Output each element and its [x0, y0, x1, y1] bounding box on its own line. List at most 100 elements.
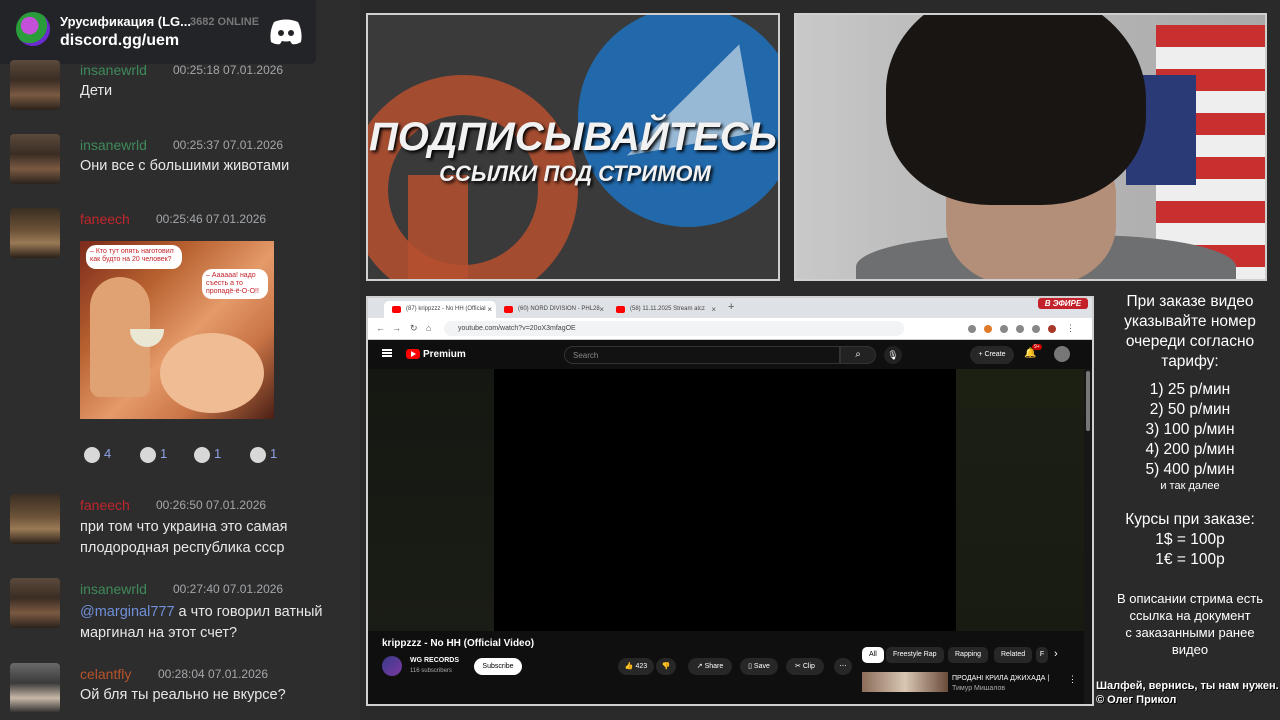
server-icon [16, 12, 50, 46]
reaction[interactable]: 1 [194, 446, 221, 470]
save-button[interactable]: ▯ Save [740, 658, 778, 675]
filter-chip[interactable]: Rapping [948, 647, 989, 663]
channel-avatar[interactable] [382, 656, 402, 676]
price-tier: 3) 100 р/мин [1145, 421, 1235, 438]
youtube-logo-icon[interactable] [406, 349, 420, 359]
avatar[interactable] [10, 663, 60, 713]
credit-line: Шалфей, вернись, ты нам нужен. [1096, 680, 1279, 692]
filter-chip[interactable]: Related [994, 647, 1033, 663]
close-icon[interactable]: × [711, 305, 716, 314]
more-icon[interactable]: ⋮ [1068, 674, 1077, 685]
chevron-right-icon[interactable]: › [1054, 648, 1058, 660]
home-icon[interactable]: ⌂ [426, 323, 431, 333]
back-icon[interactable]: ← [376, 323, 385, 333]
filter-chip[interactable]: All [862, 647, 884, 663]
invite-link[interactable]: discord.gg/uem [60, 32, 179, 50]
timestamp: 00:27:40 07.01.2026 [173, 582, 284, 596]
timestamp: 00:28:04 07.01.2026 [158, 667, 269, 681]
username[interactable]: faneech [80, 497, 130, 513]
youtube-brand[interactable]: Premium [423, 349, 466, 360]
live-badge: В ЭФИРЕ [1038, 298, 1088, 309]
new-tab-icon[interactable]: + [728, 301, 734, 313]
search-input[interactable]: Search [564, 346, 840, 364]
extension-icon[interactable] [1000, 325, 1008, 333]
dislike-button[interactable]: 👎 [656, 658, 676, 675]
face-emoji-icon [250, 446, 266, 463]
recommended-video[interactable]: ПРОДАНІ КРИЛА ДЖИХАДА | Тимур Мишалов ⋮ [862, 672, 1080, 692]
tab-strip: (87) krippzzz - No HH (Official × (60) NO… [368, 298, 1092, 318]
youtube-header: Premium Search ⌕ 🎙 + Create 🔔 9+ [368, 341, 1092, 369]
meme-image[interactable]: – Кто тут опять наготовил как будто на 2… [80, 241, 274, 419]
avatar[interactable] [10, 494, 60, 544]
tab-label: (58) 11.11.2025 Stream alcz [630, 306, 705, 312]
discord-logo-icon [270, 19, 302, 45]
menu-icon[interactable]: ⋮ [1066, 323, 1075, 334]
like-button[interactable]: 👍 423 [618, 658, 654, 675]
extension-icon[interactable] [968, 325, 976, 333]
share-icon: ↗ [696, 663, 703, 670]
scrollbar[interactable] [1084, 369, 1092, 704]
description-note: ссылка на документ [1129, 608, 1251, 623]
video-thumbnail[interactable] [862, 672, 948, 692]
courses-title: Курсы при заказе: [1125, 511, 1255, 528]
video-player[interactable] [368, 369, 1084, 631]
message-text: @marginal777 а что говорил ватный маргин… [80, 602, 350, 644]
exchange-rate: 1€ = 100р [1155, 551, 1225, 568]
more-button[interactable]: ⋯ [834, 658, 852, 675]
reload-icon[interactable]: ↻ [410, 323, 418, 334]
close-icon[interactable]: × [599, 305, 604, 314]
subscribe-button[interactable]: Subscribe [474, 658, 522, 675]
user-mention[interactable]: @marginal777 [80, 604, 175, 620]
online-count: 3682 ONLINE [190, 16, 260, 28]
avatar[interactable] [10, 134, 60, 184]
avatar[interactable] [10, 60, 60, 110]
username[interactable]: insanewrld [80, 62, 147, 78]
share-button[interactable]: ↗ Share [688, 658, 732, 675]
create-button[interactable]: + Create [970, 346, 1014, 364]
server-header[interactable]: Урусификация (LG... 3682 ONLINE discord.… [0, 0, 316, 64]
filter-chip[interactable]: Freestyle Rap [886, 647, 944, 663]
webcam-feed [794, 13, 1267, 281]
close-icon[interactable]: × [487, 305, 492, 314]
scissors-icon: ✂ [795, 663, 801, 670]
browser-tab[interactable]: (87) krippzzz - No HH (Official × [384, 301, 496, 318]
username[interactable]: insanewrld [80, 581, 147, 597]
search-button[interactable]: ⌕ [840, 346, 876, 364]
channel-name[interactable]: WG RECORDS [410, 657, 459, 664]
reaction[interactable]: 4 [84, 446, 111, 470]
reaction[interactable]: 1 [250, 446, 277, 470]
browser-tab[interactable]: (60) NORD DIVISION - PHL28 × [496, 301, 608, 318]
extension-icon[interactable] [1016, 325, 1024, 333]
discord-chat-panel: Урусификация (LG... 3682 ONLINE discord.… [0, 0, 360, 720]
tab-label: (60) NORD DIVISION - PHL28 [518, 306, 600, 312]
username[interactable]: faneech [80, 211, 130, 227]
avatar[interactable] [1054, 346, 1070, 362]
filter-chip[interactable]: F [1036, 647, 1048, 663]
avatar[interactable] [10, 578, 60, 628]
reaction[interactable]: 1 [140, 446, 167, 470]
menu-icon[interactable] [382, 349, 392, 357]
price-tier: 1) 25 р/мин [1149, 381, 1231, 398]
price-tier: 5) 400 р/мин [1145, 461, 1235, 478]
message-text: Ой бля ты реально не вкурсе? [80, 687, 286, 703]
mic-icon[interactable]: 🎙 [884, 346, 902, 364]
streamer-figure [886, 15, 1146, 205]
username[interactable]: insanewrld [80, 137, 147, 153]
avatar[interactable] [10, 208, 60, 258]
clip-button[interactable]: ✂ Clip [786, 658, 824, 675]
scrollbar-thumb[interactable] [1086, 371, 1090, 431]
extension-icon[interactable] [984, 325, 992, 333]
subscribe-promo-panel: ПОДПИСЫВАЙТЕСЬ ССЫЛКИ ПОД СТРИМОМ [366, 13, 780, 281]
browser-tab[interactable]: (58) 11.11.2025 Stream alcz × [608, 301, 720, 318]
order-header-line: указывайте номер [1124, 313, 1256, 330]
profile-icon[interactable] [1048, 325, 1056, 333]
timestamp: 00:25:37 07.01.2026 [173, 138, 284, 152]
face-emoji-icon [84, 446, 100, 463]
extension-icon[interactable] [1032, 325, 1040, 333]
timestamp: 00:26:50 07.01.2026 [156, 498, 267, 512]
username[interactable]: celantfly [80, 666, 131, 682]
forward-icon[interactable]: → [392, 323, 401, 333]
video-frame[interactable] [494, 369, 956, 631]
browser-window: (87) krippzzz - No HH (Official × (60) NO… [366, 296, 1094, 706]
url-field[interactable]: youtube.com/watch?v=20oX3mfagOE [444, 321, 904, 336]
